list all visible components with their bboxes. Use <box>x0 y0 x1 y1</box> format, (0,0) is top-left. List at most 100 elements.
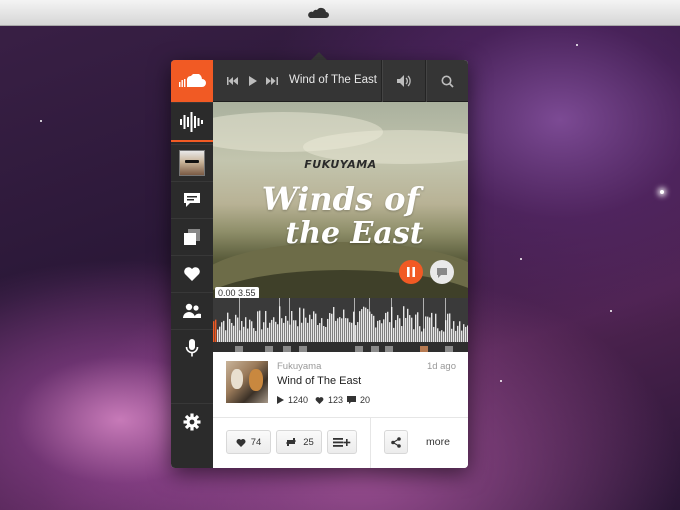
waveform-bar <box>253 328 255 342</box>
waveform-bar <box>283 322 285 342</box>
now-playing-title[interactable]: Wind of The East <box>289 74 377 86</box>
waveform-bar <box>373 315 375 342</box>
waveform-bar <box>449 313 451 342</box>
search-icon <box>441 75 454 88</box>
waveform-bar <box>339 317 341 342</box>
waveform-bar <box>345 318 347 342</box>
waveform-bar <box>447 313 449 342</box>
track-cover[interactable] <box>226 361 268 403</box>
star <box>576 44 578 46</box>
waveform-bar <box>451 328 453 342</box>
waveform-bar <box>403 306 405 342</box>
waveform-bar <box>309 314 311 342</box>
sidebar-item-messages[interactable] <box>171 181 213 218</box>
waveform[interactable] <box>213 298 468 342</box>
waveform-bar <box>223 320 225 342</box>
waveform-bar <box>303 308 305 342</box>
share-icon <box>391 436 401 448</box>
avatar <box>179 150 205 176</box>
waveform-bar <box>395 320 397 342</box>
soundcloud-logo[interactable] <box>171 60 213 102</box>
sidebar-item-stream[interactable] <box>171 102 213 142</box>
waveform-bar <box>453 321 455 342</box>
comment-marker <box>369 298 370 342</box>
waveform-bar <box>293 320 295 342</box>
waveform-bar <box>233 325 235 342</box>
artwork-brand: FUKUYAMA <box>304 158 377 171</box>
sidebar-item-profile[interactable] <box>171 144 213 181</box>
more-button[interactable]: more <box>426 436 450 448</box>
comments-stat: 20 <box>347 395 370 405</box>
sidebar-item-record[interactable] <box>171 329 213 366</box>
waveform-bar <box>455 330 457 342</box>
waveform-bar <box>311 319 313 342</box>
timed-comments-row <box>213 342 468 354</box>
sidebar-item-likes[interactable] <box>171 255 213 292</box>
sidebar-item-following[interactable] <box>171 292 213 329</box>
soundcloud-cloud-icon[interactable] <box>307 7 329 19</box>
heart-icon <box>184 267 200 281</box>
like-button[interactable]: 74 <box>226 430 271 454</box>
waveform-bar <box>301 322 303 342</box>
soundcloud-logo-icon <box>179 74 206 87</box>
waveform-bar <box>381 323 383 342</box>
previous-button[interactable] <box>223 60 241 102</box>
plays-stat: 1240 <box>277 395 308 405</box>
comment-button[interactable] <box>430 260 454 284</box>
star <box>500 380 502 382</box>
add-to-set-button[interactable] <box>327 430 357 454</box>
waveform-bar <box>315 313 317 342</box>
waveform-bar <box>323 326 325 342</box>
heart-icon <box>236 438 246 447</box>
share-button[interactable] <box>384 430 408 454</box>
waveform-bar <box>285 315 287 342</box>
comment-marker <box>289 298 290 342</box>
volume-button[interactable] <box>383 60 425 102</box>
pause-icon <box>407 267 415 277</box>
play-icon <box>277 396 284 404</box>
track-title[interactable]: Wind of The East <box>277 375 361 387</box>
divider <box>370 418 371 468</box>
waveform-bar <box>427 316 429 342</box>
waveform-bar <box>419 326 421 342</box>
artwork-title-line2: the East <box>285 216 424 251</box>
search-button[interactable] <box>427 60 468 102</box>
sidebar-item-settings[interactable] <box>171 403 213 440</box>
next-button[interactable] <box>263 60 281 102</box>
microphone-icon <box>185 339 199 357</box>
waveform-bar <box>439 331 441 342</box>
waveform-bar <box>363 306 365 342</box>
sidebar-item-sets[interactable] <box>171 218 213 255</box>
waveform-bar <box>435 313 437 342</box>
waveform-bar <box>397 315 399 342</box>
waveform-bar <box>413 329 415 342</box>
waveform-bar <box>463 324 465 342</box>
comment-marker <box>354 298 355 342</box>
waveform-bar <box>261 329 263 342</box>
waveform-bar <box>257 311 259 342</box>
waveform-bar <box>291 310 293 342</box>
repost-button[interactable]: 25 <box>276 430 322 454</box>
likes-stat: 123 <box>315 395 343 405</box>
add-to-playlist-icon <box>333 438 351 447</box>
waveform-bar <box>231 322 233 342</box>
waveform-bar <box>219 326 221 342</box>
waveform-bar <box>357 322 359 342</box>
waveform-bar <box>271 319 273 342</box>
waveform-bar <box>321 318 323 342</box>
pause-button[interactable] <box>399 260 423 284</box>
waveform-bar <box>351 322 353 342</box>
waveform-bar <box>251 321 253 342</box>
waveform-bar <box>299 307 301 342</box>
track-artist[interactable]: Fukuyama <box>277 361 321 372</box>
like-count: 74 <box>250 436 262 448</box>
speech-bubble-icon <box>184 193 200 207</box>
waveform-bar <box>349 322 351 342</box>
waveform-bar <box>399 318 401 342</box>
comments-count: 20 <box>360 395 371 405</box>
waveform-bar <box>431 312 433 342</box>
waveform-bar <box>331 313 333 342</box>
star <box>40 120 42 122</box>
comment-marker <box>239 298 240 342</box>
play-button[interactable] <box>245 60 261 102</box>
